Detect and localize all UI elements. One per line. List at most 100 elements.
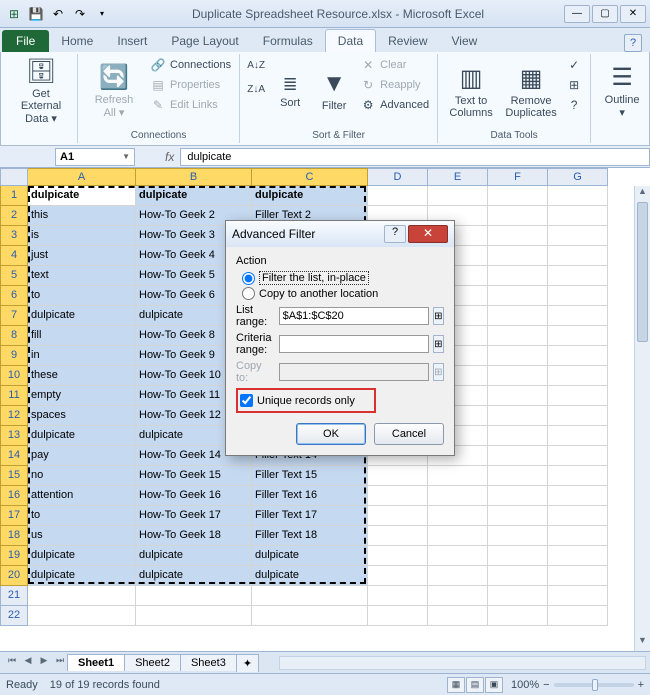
cell[interactable] bbox=[488, 346, 548, 366]
cell[interactable] bbox=[488, 606, 548, 626]
row-header[interactable]: 18 bbox=[0, 526, 28, 546]
cell[interactable]: no bbox=[28, 466, 136, 486]
cell[interactable]: attention bbox=[28, 486, 136, 506]
tab-insert[interactable]: Insert bbox=[105, 30, 159, 52]
cell[interactable] bbox=[368, 526, 428, 546]
zoom-slider[interactable] bbox=[554, 683, 634, 687]
cell[interactable] bbox=[428, 586, 488, 606]
cell[interactable] bbox=[488, 426, 548, 446]
cell[interactable] bbox=[488, 386, 548, 406]
cell[interactable]: these bbox=[28, 366, 136, 386]
row-header[interactable]: 8 bbox=[0, 326, 28, 346]
filter-button[interactable]: ▼Filter bbox=[314, 56, 354, 126]
row-header[interactable]: 9 bbox=[0, 346, 28, 366]
row-header[interactable]: 1 bbox=[0, 186, 28, 206]
normal-view-button[interactable]: ▦ bbox=[447, 677, 465, 693]
cell[interactable] bbox=[368, 186, 428, 206]
cell[interactable] bbox=[488, 486, 548, 506]
cell[interactable] bbox=[252, 586, 368, 606]
cell[interactable] bbox=[548, 386, 608, 406]
cell[interactable]: dulpicate bbox=[136, 546, 252, 566]
column-header[interactable]: D bbox=[368, 168, 428, 186]
cell[interactable] bbox=[548, 346, 608, 366]
cell[interactable] bbox=[368, 566, 428, 586]
cell[interactable] bbox=[548, 306, 608, 326]
row-header[interactable]: 6 bbox=[0, 286, 28, 306]
cell[interactable] bbox=[136, 606, 252, 626]
cell[interactable]: this bbox=[28, 206, 136, 226]
cell[interactable]: dulpicate bbox=[28, 186, 136, 206]
cell[interactable] bbox=[252, 606, 368, 626]
radio-filter-in-place-input[interactable] bbox=[242, 272, 255, 285]
ok-button[interactable]: OK bbox=[296, 423, 366, 445]
consolidate-button[interactable]: ⊞ bbox=[564, 76, 584, 94]
row-header[interactable]: 7 bbox=[0, 306, 28, 326]
cell[interactable]: How-To Geek 18 bbox=[136, 526, 252, 546]
row-header[interactable]: 19 bbox=[0, 546, 28, 566]
cell[interactable] bbox=[488, 506, 548, 526]
cell[interactable] bbox=[488, 226, 548, 246]
sort-az-button[interactable]: A↓Z bbox=[246, 56, 266, 74]
undo-icon[interactable]: ↶ bbox=[48, 4, 68, 24]
clear-button[interactable]: ✕Clear bbox=[358, 56, 431, 74]
cell[interactable] bbox=[548, 526, 608, 546]
cell[interactable]: pay bbox=[28, 446, 136, 466]
cell[interactable] bbox=[488, 406, 548, 426]
row-header[interactable]: 13 bbox=[0, 426, 28, 446]
cell[interactable]: dulpicate bbox=[28, 306, 136, 326]
cell[interactable] bbox=[428, 486, 488, 506]
remove-duplicates-button[interactable]: ▦Remove Duplicates bbox=[502, 56, 560, 126]
tab-data[interactable]: Data bbox=[325, 29, 376, 52]
radio-copy-to-another[interactable]: Copy to another location bbox=[242, 287, 444, 300]
row-header[interactable]: 5 bbox=[0, 266, 28, 286]
qat-dropdown-icon[interactable]: ▾ bbox=[92, 4, 112, 24]
cell[interactable] bbox=[548, 246, 608, 266]
cell[interactable] bbox=[136, 586, 252, 606]
list-range-picker-button[interactable]: ⊞ bbox=[433, 307, 444, 325]
cell[interactable] bbox=[488, 306, 548, 326]
cell[interactable] bbox=[548, 206, 608, 226]
cell[interactable] bbox=[428, 526, 488, 546]
cell[interactable] bbox=[28, 586, 136, 606]
tab-view[interactable]: View bbox=[440, 30, 490, 52]
cell[interactable] bbox=[488, 206, 548, 226]
cell[interactable]: to bbox=[28, 286, 136, 306]
zoom-thumb[interactable] bbox=[592, 679, 598, 691]
criteria-range-input[interactable] bbox=[279, 335, 429, 353]
advanced-button[interactable]: ⚙Advanced bbox=[358, 96, 431, 114]
row-header[interactable]: 10 bbox=[0, 366, 28, 386]
cell[interactable] bbox=[548, 266, 608, 286]
cell[interactable] bbox=[548, 426, 608, 446]
cell[interactable] bbox=[548, 546, 608, 566]
cell[interactable] bbox=[488, 586, 548, 606]
column-header[interactable]: A bbox=[28, 168, 136, 186]
zoom-out-button[interactable]: − bbox=[543, 679, 549, 691]
cell[interactable] bbox=[488, 446, 548, 466]
cell[interactable] bbox=[548, 326, 608, 346]
cell[interactable] bbox=[368, 466, 428, 486]
column-header[interactable]: G bbox=[548, 168, 608, 186]
reapply-button[interactable]: ↻Reapply bbox=[358, 76, 431, 94]
outline-button[interactable]: ☰Outline ▾ bbox=[597, 56, 647, 126]
cell[interactable] bbox=[548, 586, 608, 606]
column-header[interactable]: C bbox=[252, 168, 368, 186]
sort-za-button[interactable]: Z↓A bbox=[246, 80, 266, 98]
cell[interactable]: fill bbox=[28, 326, 136, 346]
row-header[interactable]: 22 bbox=[0, 606, 28, 626]
tab-formulas[interactable]: Formulas bbox=[251, 30, 325, 52]
cell[interactable]: text bbox=[28, 266, 136, 286]
first-sheet-button[interactable]: ⏮ bbox=[4, 655, 20, 671]
list-range-input[interactable] bbox=[279, 307, 429, 325]
horizontal-scrollbar[interactable] bbox=[279, 656, 646, 670]
cell[interactable] bbox=[548, 606, 608, 626]
cell[interactable] bbox=[428, 546, 488, 566]
cell[interactable] bbox=[488, 546, 548, 566]
sheet-tab-sheet1[interactable]: Sheet1 bbox=[67, 654, 125, 671]
tab-file[interactable]: File bbox=[2, 30, 49, 52]
cell[interactable]: dulpicate bbox=[136, 566, 252, 586]
page-break-view-button[interactable]: ▣ bbox=[485, 677, 503, 693]
save-icon[interactable]: 💾 bbox=[26, 4, 46, 24]
unique-records-checkbox[interactable] bbox=[240, 394, 253, 407]
edit-links-button[interactable]: ✎Edit Links bbox=[148, 96, 233, 114]
cell[interactable] bbox=[368, 486, 428, 506]
